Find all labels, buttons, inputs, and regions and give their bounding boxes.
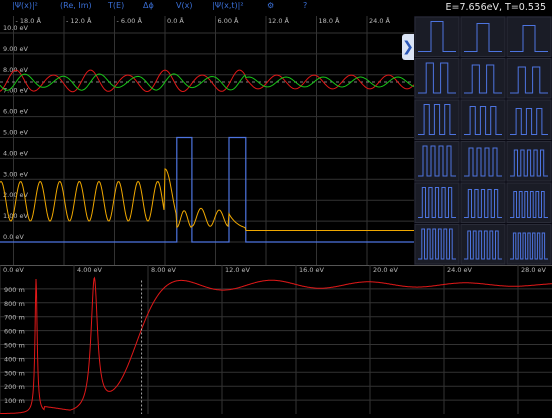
potential-preset-thumbnail[interactable] [506,224,552,265]
x-tick-label: 0.0 Å [167,16,184,25]
y-tick-label: 400 m [4,355,25,363]
settings-button[interactable]: ⚙ [267,1,274,10]
potential-preset-thumbnail[interactable] [506,141,552,182]
y-tick-label: 6.00 eV [3,108,29,116]
x-tick-label: 12.0 eV [225,266,251,274]
help-button[interactable]: ? [303,1,307,10]
y-tick-label: 9.00 eV [3,45,29,53]
x-tick-label: 8.00 eV [151,266,177,274]
x-tick-label: 28.0 eV [521,266,547,274]
panel-toggle-tab[interactable]: ❯ [402,34,414,60]
y-tick-label: 5.00 eV [3,129,29,137]
plot-background [0,265,552,414]
y-tick-label: 200 m [4,383,25,391]
y-tick-label: 1.00 eV [3,212,29,220]
potential-preset-thumbnail[interactable] [414,182,460,223]
y-tick-label: 700 m [4,314,25,322]
x-tick-label: 6.00 Å [218,16,240,25]
potential-preset-thumbnail[interactable] [414,16,460,57]
potential-preset-thumbnail[interactable] [414,224,460,265]
x-tick-label: - 6.00 Å [117,16,143,25]
potential-button[interactable]: V(x) [176,1,192,10]
y-tick-label: 0.0 eV [3,233,24,241]
x-tick-label: 0.0 eV [3,266,24,274]
potential-preset-thumbnail[interactable] [414,58,460,99]
energy-transmission-status: E=7.656eV, T=0.535 [445,2,546,13]
y-tick-label: 300 m [4,369,25,377]
potential-preset-thumbnail[interactable] [460,224,506,265]
potential-preset-thumbnail[interactable] [506,16,552,57]
potential-preset-thumbnail[interactable] [506,182,552,223]
potential-preset-thumbnail[interactable] [460,99,506,140]
y-tick-label: 800 m [4,300,25,308]
plot-background [0,16,414,265]
y-tick-label: 600 m [4,328,25,336]
potential-preset-thumbnail[interactable] [414,99,460,140]
y-tick-label: 3.00 eV [3,170,29,178]
y-tick-label: 10.0 eV [3,24,29,32]
potential-preset-thumbnail[interactable] [460,182,506,223]
delta-phi-button[interactable]: Δϕ [143,1,154,10]
x-tick-label: 16.0 eV [299,266,325,274]
potential-preset-thumbnail[interactable] [460,141,506,182]
x-tick-label: 12.0 Å [268,16,290,25]
transmission-button[interactable]: T(E) [108,1,124,10]
potential-preset-thumbnail[interactable] [414,141,460,182]
potential-preset-thumbnail[interactable] [460,16,506,57]
x-tick-label: 24.0 eV [447,266,473,274]
x-tick-label: 4.00 eV [77,266,103,274]
potential-presets-panel [414,16,552,265]
potential-preset-thumbnail[interactable] [506,99,552,140]
chevron-right-icon: ❯ [402,39,414,55]
y-tick-label: 500 m [4,342,25,350]
y-tick-label: 4.00 eV [3,149,29,157]
y-tick-label: 100 m [4,397,25,405]
potential-preset-thumbnail[interactable] [506,58,552,99]
x-tick-label: 20.0 eV [373,266,399,274]
x-tick-label: 18.0 Å [319,16,341,25]
transmission-plot[interactable]: 0.0 eV 4.00 eV 8.00 eV 12.0 eV 16.0 eV 20.0 e… [0,265,552,415]
y-tick-label: 900 m [4,286,25,294]
x-tick-label: 24.0 Å [369,16,391,25]
psi-x-squared-button[interactable]: |Ψ(x)|² [12,1,38,10]
psi-xt-squared-button[interactable]: |Ψ(x,t)|² [212,1,244,10]
potential-preset-thumbnail[interactable] [460,58,506,99]
re-im-button[interactable]: (Re, Im) [60,1,92,10]
x-tick-label: - 12.0 Å [66,16,92,25]
wavefunction-plot[interactable]: - 18.0 Å- 12.0 Å- 6.00 Å 0.0 Å 6.00 Å 12.0 … [0,16,418,265]
